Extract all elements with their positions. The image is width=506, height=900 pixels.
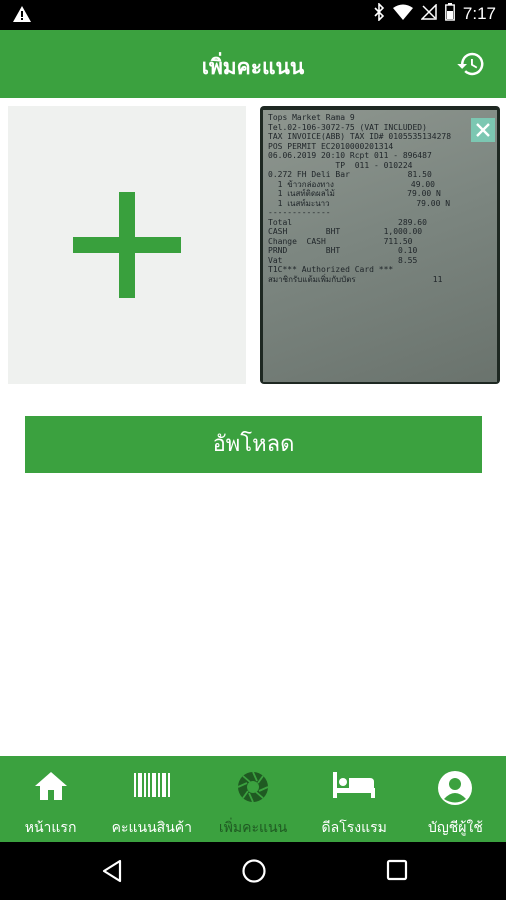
receipt-text-line: 0.272 FH Deli Bar 81.50	[268, 170, 432, 179]
account-icon	[438, 771, 473, 805]
receipt-text-line: TP 011 - 010224	[268, 160, 413, 170]
receipt-text-line: Tops Market Rama 9	[268, 113, 355, 122]
history-icon	[457, 52, 484, 76]
nav-label: ดีลโรงแรม	[321, 820, 387, 836]
bed-icon	[333, 772, 376, 798]
nav-label: บัญชีผู้ใช้	[427, 820, 483, 836]
receipt-text-line: Vat 8.55	[268, 255, 418, 265]
status-time: 7:17	[462, 4, 496, 23]
history-button[interactable]	[456, 49, 486, 79]
warning-icon	[12, 5, 32, 27]
receipt-text-line: Change CASH 711.50	[268, 236, 413, 246]
nav-label: หน้าแรก	[24, 820, 77, 836]
upload-button[interactable]: อัพโหลด	[25, 416, 482, 473]
receipt-text-line: สมาชิกรับแต้มเพิ่มกับบัตร 11	[268, 274, 443, 284]
nav-label: คะแนนสินค้า	[111, 820, 192, 836]
app-bar: เพิ่มคะแนน	[0, 30, 506, 98]
receipt-text-line: PRND BHT 0.10	[268, 246, 418, 255]
back-icon	[102, 859, 122, 883]
barcode-icon	[133, 773, 170, 797]
home-icon	[34, 772, 67, 800]
receipt-text-line: Tel.02-106-3072-75 (VAT INCLUDED)	[268, 122, 427, 132]
system-nav-bar	[0, 842, 506, 900]
remove-photo-button[interactable]	[471, 118, 495, 142]
camera-aperture-icon	[237, 771, 269, 803]
nav-item-add-points[interactable]: เพิ่มคะแนน	[202, 756, 303, 842]
page-title: เพิ่มคะแนน	[201, 55, 305, 79]
add-photo-button[interactable]	[8, 106, 246, 384]
wifi-icon	[392, 4, 413, 24]
battery-icon	[445, 3, 455, 25]
receipt-text-line: 06.06.2019 20:10 Rcpt 011 - 896487	[268, 151, 432, 160]
nav-item-home[interactable]: หน้าแรก	[0, 756, 101, 842]
receipt-text-line: 1 เนสท์ติดผลไม้ 79.00 N	[268, 189, 441, 198]
nav-item-account[interactable]: บัญชีผู้ใช้	[405, 756, 506, 842]
nav-item-product-points[interactable]: คะแนนสินค้า	[101, 756, 202, 842]
close-icon	[476, 123, 490, 137]
bottom-nav: หน้าแรก คะแนนสินค้า เพิ่มคะแนน ดีลโรงแรม	[0, 756, 506, 842]
receipt-text-line: Total 289.60	[268, 217, 427, 227]
receipt-text-line: 1 ข้าวกล่องทาง 49.00	[268, 179, 435, 189]
receipt-text-line: POS PERMIT EC2010000201314	[268, 141, 394, 151]
receipt-text-line: CASH BHT 1,000.00	[268, 227, 423, 236]
status-bar: 7:17	[0, 0, 506, 30]
receipt-thumbnail: Tops Market Rama 9 Tel.02-106-3072-75 (VA…	[260, 106, 500, 384]
recents-icon	[386, 859, 408, 881]
receipt-text-line: T1C*** Authorized Card ***	[268, 265, 394, 274]
home-circle-icon	[242, 859, 266, 883]
home-nav-button[interactable]	[241, 858, 267, 888]
nav-item-hotel-deals[interactable]: ดีลโรงแรม	[304, 756, 405, 842]
signal-off-icon	[420, 3, 437, 24]
receipt-text-line: -------------	[268, 208, 331, 217]
receipt-image: Tops Market Rama 9 Tel.02-106-3072-75 (VA…	[263, 110, 497, 382]
recents-button[interactable]	[385, 858, 409, 886]
bluetooth-icon	[373, 2, 385, 25]
nav-label: เพิ่มคะแนน	[218, 820, 288, 836]
receipt-text-line: TAX INVOICE(ABB) TAX ID# 0105535134278	[268, 132, 452, 141]
back-button[interactable]	[100, 858, 124, 888]
receipt-text-line: 1 เนสท์มะนาว 79.00 N	[268, 198, 451, 208]
